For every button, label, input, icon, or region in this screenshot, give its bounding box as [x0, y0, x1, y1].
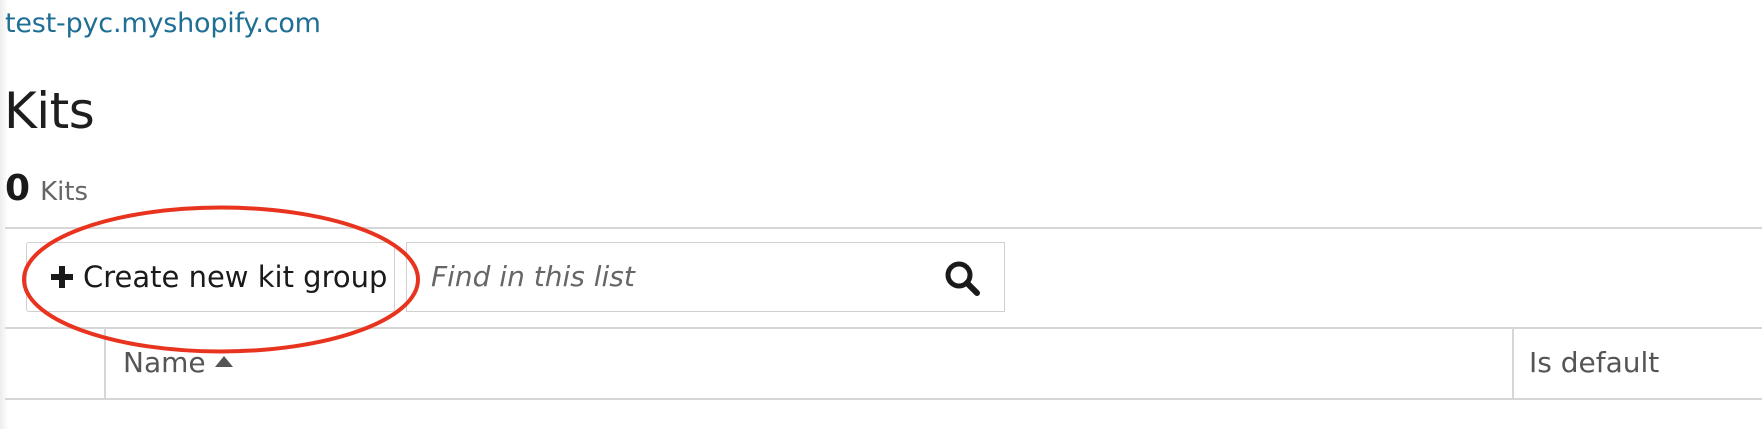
plus-icon	[51, 266, 73, 288]
search-input[interactable]	[407, 243, 927, 310]
item-count: 0 Kits	[5, 168, 89, 209]
search-box[interactable]	[406, 242, 1005, 312]
column-header-name[interactable]: Name	[123, 346, 233, 379]
shop-domain-link[interactable]: test-pyc.myshopify.com	[5, 8, 321, 39]
toolbar-top-divider	[5, 227, 1762, 229]
item-count-label: Kits	[40, 177, 89, 207]
search-icon[interactable]	[942, 258, 982, 298]
page-title: Kits	[4, 82, 95, 140]
table-header-bottom-border	[5, 398, 1762, 400]
column-divider-checkbox	[104, 327, 106, 400]
left-edge-shadow	[0, 0, 8, 429]
column-divider-default	[1512, 327, 1514, 400]
create-kit-group-button[interactable]: Create new kit group	[26, 242, 395, 312]
item-count-number: 0	[5, 168, 31, 209]
create-kit-group-label: Create new kit group	[83, 260, 388, 294]
sort-ascending-icon	[214, 356, 233, 367]
column-header-name-label: Name	[123, 346, 206, 379]
table-header-top-border	[5, 327, 1762, 329]
column-header-is-default[interactable]: Is default	[1529, 346, 1659, 379]
